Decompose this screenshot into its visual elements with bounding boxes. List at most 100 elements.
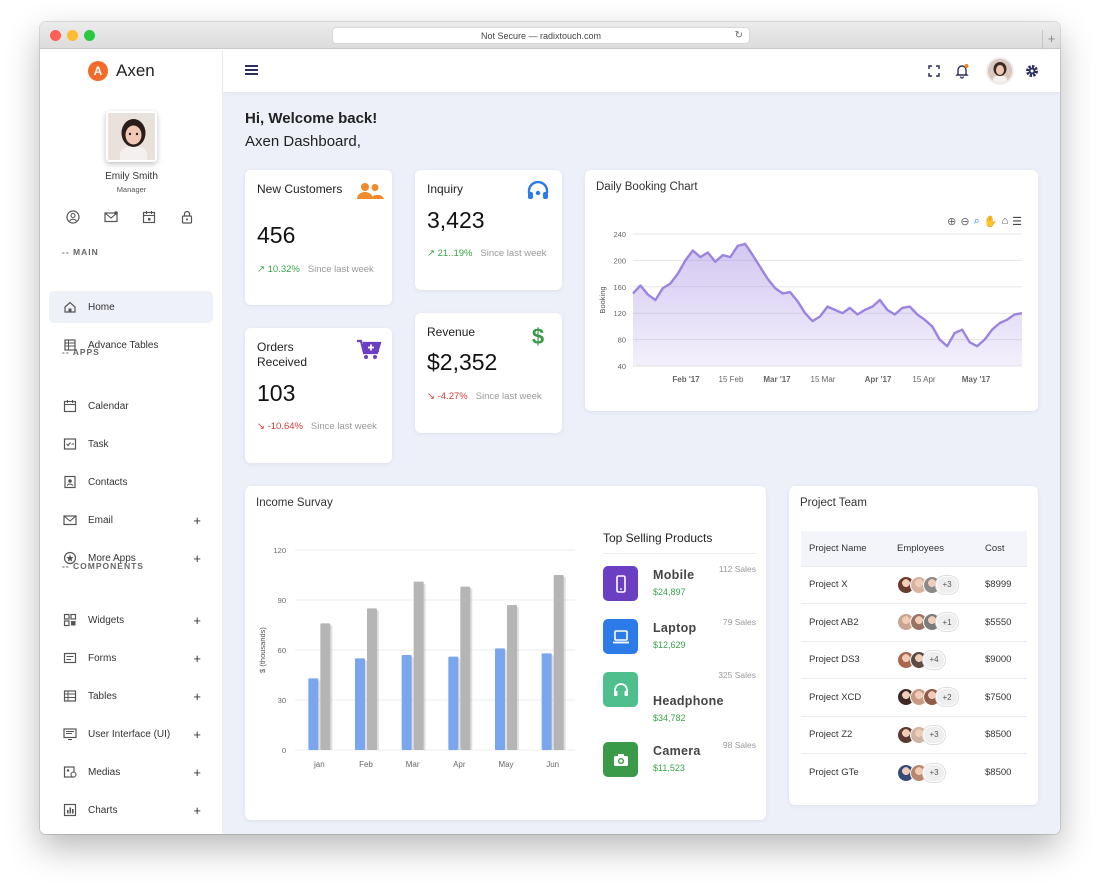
minimize-button[interactable] bbox=[67, 30, 78, 41]
column-header[interactable]: Cost bbox=[977, 531, 1027, 566]
project-cost: $8500 bbox=[977, 753, 1027, 791]
sidebar-item-user-interface-ui[interactable]: User Interface (UI) + bbox=[49, 718, 213, 750]
more-members-badge[interactable]: +2 bbox=[936, 688, 958, 707]
bar bbox=[495, 648, 505, 750]
y-tick-label: 90 bbox=[278, 596, 286, 605]
sidebar-item-calendar[interactable]: Calendar bbox=[49, 390, 213, 422]
maximize-button[interactable] bbox=[84, 30, 95, 41]
expand-plus-icon[interactable]: + bbox=[193, 727, 201, 742]
users-icon bbox=[356, 181, 384, 203]
sidebar-item-label: More Apps bbox=[88, 552, 136, 564]
y-tick-label: 60 bbox=[278, 646, 286, 655]
expand-plus-icon[interactable]: + bbox=[193, 513, 201, 528]
more-members-badge[interactable]: +3 bbox=[936, 575, 958, 594]
x-tick-label: Mar '17 bbox=[763, 375, 791, 384]
notification-bell-icon[interactable] bbox=[953, 62, 971, 80]
lock-icon[interactable] bbox=[180, 210, 194, 224]
sidebar-item-label: Tables bbox=[88, 690, 117, 702]
dashboard-title: Axen Dashboard, bbox=[245, 133, 361, 150]
sidebar-item-home[interactable]: Home bbox=[49, 291, 213, 323]
settings-gear-icon[interactable] bbox=[1023, 62, 1041, 80]
sidebar-item-more-apps[interactable]: More Apps + bbox=[49, 542, 213, 574]
more-members-badge[interactable]: +1 bbox=[936, 613, 958, 632]
sidebar-item-tables[interactable]: Tables + bbox=[49, 680, 213, 712]
expand-plus-icon[interactable]: + bbox=[193, 551, 201, 566]
y-tick-label: 0 bbox=[282, 746, 286, 755]
product-name[interactable]: Camera bbox=[653, 744, 701, 758]
table-row[interactable]: Project XCD +2 $7500 bbox=[801, 678, 1027, 716]
product-name[interactable]: Mobile bbox=[653, 568, 694, 582]
table-row[interactable]: Project X +3 $8999 bbox=[801, 565, 1027, 604]
sidebar-item-charts[interactable]: Charts + bbox=[49, 794, 213, 826]
expand-plus-icon[interactable]: + bbox=[193, 651, 201, 666]
product-sales: 112 Sales bbox=[718, 564, 756, 574]
stat-title: Orders Received bbox=[257, 340, 308, 369]
sidebar-item-contacts[interactable]: Contacts bbox=[49, 466, 213, 498]
profile-avatar[interactable] bbox=[106, 111, 157, 162]
new-tab-button[interactable]: + bbox=[1042, 30, 1060, 49]
brand-logo[interactable]: A Axen bbox=[88, 61, 155, 81]
x-tick-label: 15 Apr bbox=[912, 375, 935, 384]
sidebar-item-label: User Interface (UI) bbox=[88, 728, 171, 740]
expand-plus-icon[interactable]: + bbox=[193, 613, 201, 628]
table-row[interactable]: Project GTe +3 $8500 bbox=[801, 753, 1027, 791]
stat-card-customers[interactable]: New Customers 456 ↗ 10.32% Since last we… bbox=[245, 170, 392, 305]
product-name[interactable]: Headphone bbox=[653, 694, 724, 708]
expand-plus-icon[interactable]: + bbox=[193, 803, 201, 818]
project-name: Project Z2 bbox=[801, 715, 889, 754]
table-row[interactable]: Project AB2 +1 $5550 bbox=[801, 603, 1027, 641]
menu-toggle-icon[interactable] bbox=[245, 65, 258, 76]
account-icon[interactable] bbox=[66, 210, 80, 224]
more-members-badge[interactable]: +3 bbox=[923, 763, 945, 782]
sidebar-item-email[interactable]: Email + bbox=[49, 504, 213, 536]
sidebar-item-task[interactable]: Task bbox=[49, 428, 213, 460]
expand-plus-icon[interactable]: + bbox=[193, 689, 201, 704]
fullscreen-icon[interactable] bbox=[925, 62, 943, 80]
sidebar-item-label: Contacts bbox=[88, 476, 128, 488]
bar bbox=[507, 605, 517, 750]
product-price: $34,782 bbox=[653, 713, 686, 723]
y-tick-label: 200 bbox=[613, 256, 626, 265]
sidebar-item-advance-tables[interactable]: Advance Tables bbox=[49, 329, 213, 361]
avatar-group[interactable]: +3 bbox=[897, 575, 977, 594]
avatar-group[interactable]: +3 bbox=[897, 763, 977, 782]
sidebar-item-forms[interactable]: Forms + bbox=[49, 642, 213, 674]
employees-cell: +4 bbox=[889, 640, 977, 679]
avatar-group[interactable]: +3 bbox=[897, 725, 977, 744]
income-bar-chart: 0 30 60 90 120 $ (thousands) jan Feb Mar Apr May Ju… bbox=[258, 546, 575, 769]
avatar-group[interactable]: +1 bbox=[897, 613, 977, 632]
stat-title: Revenue bbox=[427, 325, 476, 339]
column-header[interactable]: Employees bbox=[889, 531, 977, 566]
address-bar[interactable]: Not Secure — radixtouch.com ↻ bbox=[332, 27, 750, 44]
more-members-badge[interactable]: +4 bbox=[923, 650, 945, 669]
avatar-group[interactable]: +4 bbox=[897, 650, 977, 669]
laptop-icon bbox=[603, 619, 638, 654]
sidebar-item-widgets[interactable]: Widgets + bbox=[49, 604, 213, 636]
column-header[interactable]: Project Name bbox=[801, 531, 889, 566]
product-sales: 79 Sales bbox=[722, 617, 756, 627]
sidebar-item-timeline[interactable]: Timeline+ bbox=[49, 832, 213, 834]
stat-card-inquiry[interactable]: Inquiry 3,423 ↗ 21..19% Since last week bbox=[415, 170, 562, 290]
more-members-badge[interactable]: +3 bbox=[923, 725, 945, 744]
table-row[interactable]: Project DS3 +4 $9000 bbox=[801, 640, 1027, 679]
table-row[interactable]: Project Z2 +3 $8500 bbox=[801, 715, 1027, 754]
close-button[interactable] bbox=[50, 30, 61, 41]
bar bbox=[308, 678, 319, 750]
avatar-group[interactable]: +2 bbox=[897, 688, 977, 707]
reload-icon[interactable]: ↻ bbox=[735, 28, 743, 44]
product-name[interactable]: Laptop bbox=[653, 621, 696, 635]
sidebar-item-medias[interactable]: Medias + bbox=[49, 756, 213, 788]
project-name: Project GTe bbox=[801, 753, 889, 791]
bar bbox=[460, 586, 471, 750]
project-cost: $8500 bbox=[977, 715, 1027, 754]
stat-card-orders[interactable]: Orders Received 103 ↘ -10.64% Since last… bbox=[245, 328, 392, 463]
project-team-table: Project Name Employees Cost Project X +3 $… bbox=[801, 531, 1027, 791]
mail-icon[interactable] bbox=[104, 210, 118, 224]
user-avatar[interactable] bbox=[988, 59, 1012, 83]
y-tick-label: 30 bbox=[278, 696, 286, 705]
brand-name: Axen bbox=[116, 61, 155, 80]
stat-change: ↗ 10.32% Since last week bbox=[257, 262, 387, 278]
stat-card-revenue[interactable]: Revenue $ $2,352 ↘ -4.27% Since last wee… bbox=[415, 313, 562, 433]
calendar-icon[interactable] bbox=[142, 210, 156, 224]
expand-plus-icon[interactable]: + bbox=[193, 765, 201, 780]
